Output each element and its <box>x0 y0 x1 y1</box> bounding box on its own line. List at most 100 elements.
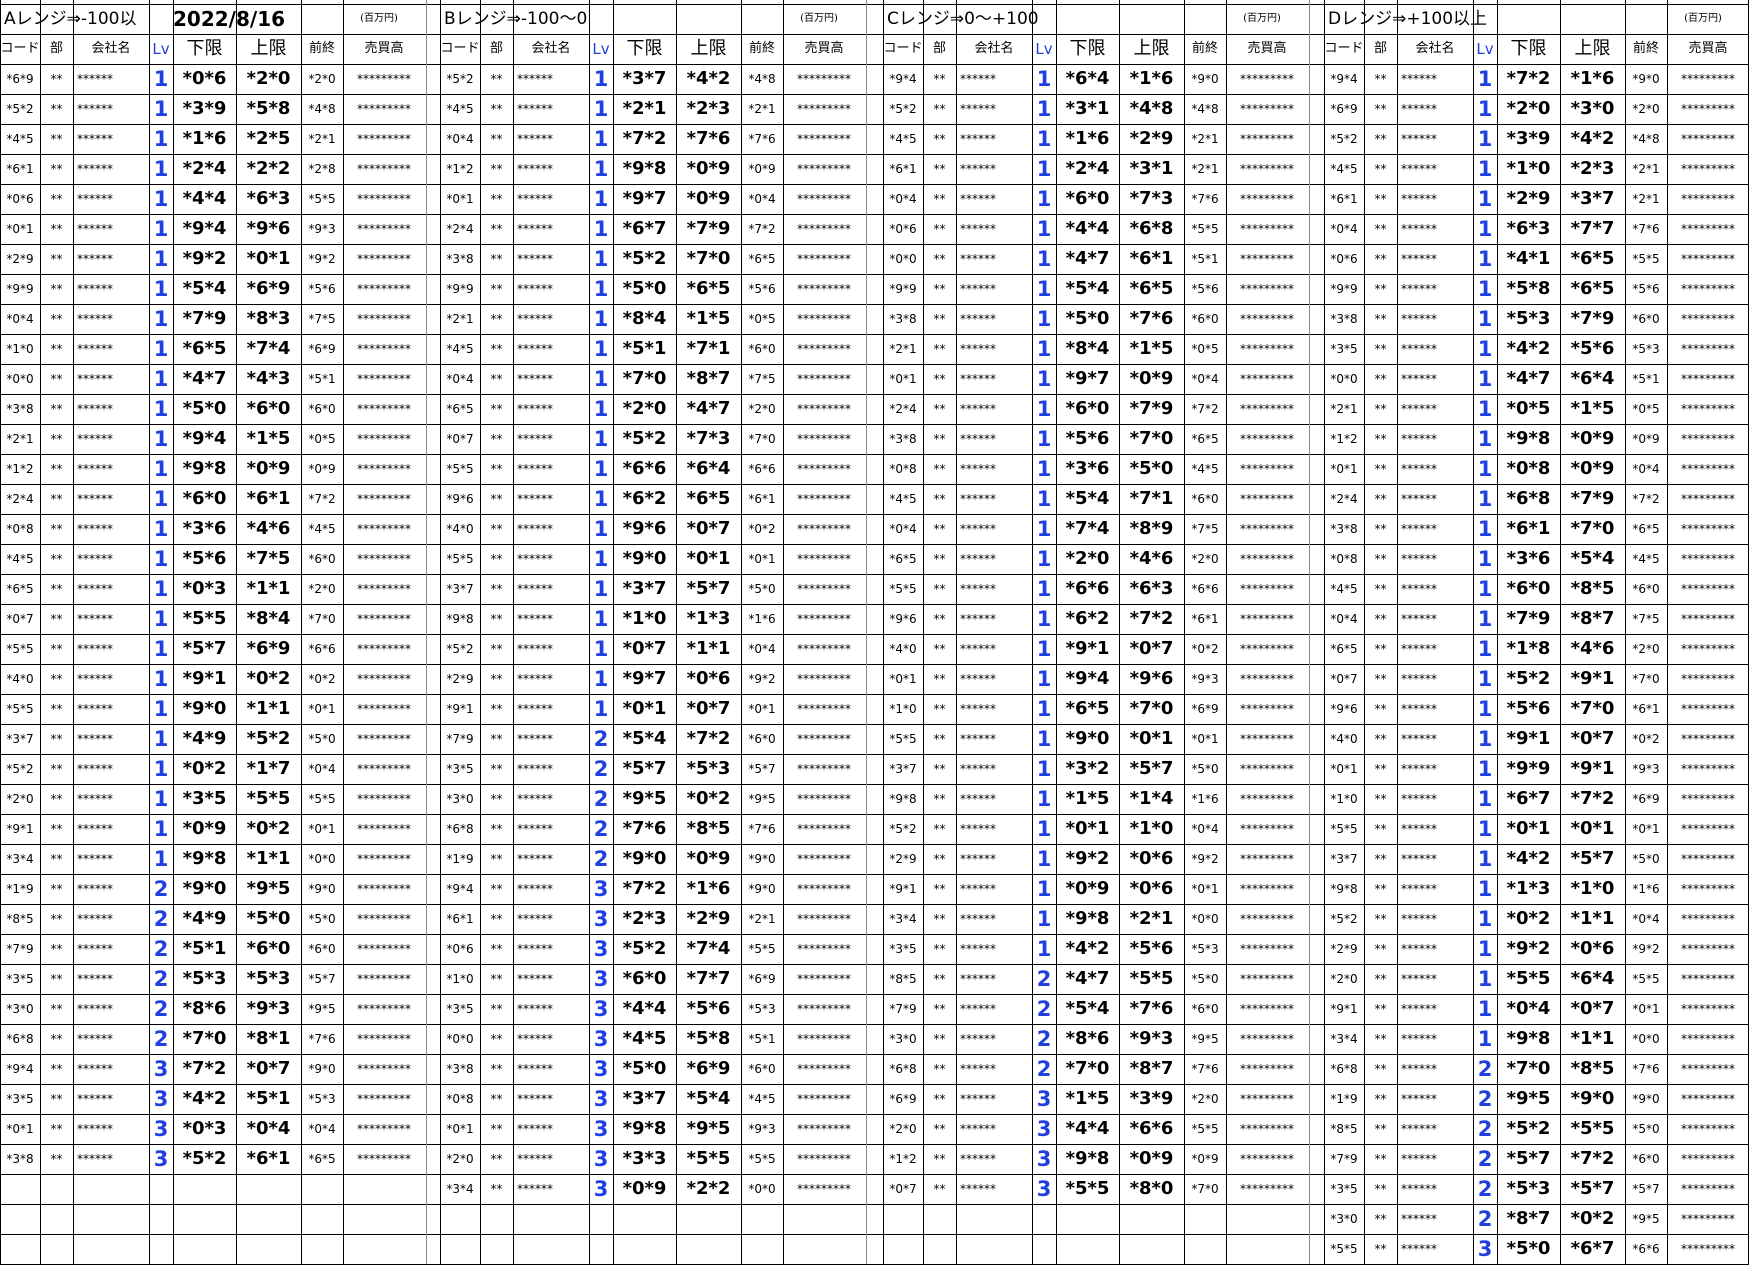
cell-volume[interactable]: ********* <box>783 1084 865 1114</box>
cell-upper[interactable]: *1*5 <box>676 304 741 334</box>
cell-lower[interactable]: *2*0 <box>613 394 676 424</box>
column-header-code[interactable]: コード <box>0 34 40 64</box>
cell-prevclose[interactable]: *5*1 <box>741 1024 783 1054</box>
cell-prevclose[interactable]: *6*9 <box>1625 784 1667 814</box>
cell-prevclose[interactable]: *0*9 <box>1184 1144 1226 1174</box>
cell-lower[interactable]: *9*1 <box>173 664 236 694</box>
cell-name[interactable]: ****** <box>956 454 1032 484</box>
cell-volume[interactable]: ********* <box>1667 454 1749 484</box>
cell-volume[interactable]: ********* <box>1667 184 1749 214</box>
cell-lower[interactable]: *9*8 <box>1056 1144 1119 1174</box>
cell-lower[interactable]: *5*5 <box>173 604 236 634</box>
cell-upper[interactable]: *5*6 <box>1560 334 1625 364</box>
cell-lv[interactable]: 1 <box>1473 754 1497 784</box>
cell-upper[interactable]: *0*2 <box>236 814 301 844</box>
cell-upper[interactable]: *0*6 <box>1560 934 1625 964</box>
cell-volume[interactable]: ********* <box>1226 64 1308 94</box>
cell-lower[interactable]: *4*4 <box>1056 214 1119 244</box>
column-header-upper[interactable]: 上限 <box>236 34 301 64</box>
cell-code[interactable]: *9*8 <box>440 604 480 634</box>
cell-name[interactable]: ****** <box>956 334 1032 364</box>
cell-volume[interactable]: ********* <box>1226 634 1308 664</box>
cell-volume[interactable]: ********* <box>1667 124 1749 154</box>
cell-prevclose[interactable]: *0*2 <box>1184 634 1226 664</box>
cell-name[interactable]: ****** <box>956 814 1032 844</box>
cell-prevclose[interactable]: *2*1 <box>741 94 783 124</box>
cell-lower[interactable]: *7*4 <box>1056 514 1119 544</box>
cell-upper[interactable]: *6*5 <box>1560 274 1625 304</box>
cell-bu[interactable]: ** <box>480 604 513 634</box>
cell-prevclose[interactable]: *5*0 <box>1625 844 1667 874</box>
cell-bu[interactable]: ** <box>1364 454 1397 484</box>
cell-prevclose[interactable]: *5*0 <box>1184 964 1226 994</box>
cell-code[interactable]: *0*6 <box>1324 244 1364 274</box>
cell-lv[interactable]: 3 <box>1473 1234 1497 1264</box>
cell-name[interactable]: ****** <box>73 934 149 964</box>
cell-code[interactable]: *3*8 <box>1324 304 1364 334</box>
cell-code[interactable]: *1*9 <box>440 844 480 874</box>
cell-lv[interactable]: 2 <box>149 874 173 904</box>
cell-code[interactable]: *3*5 <box>1324 1174 1364 1204</box>
cell-prevclose[interactable]: *9*5 <box>1184 1024 1226 1054</box>
cell-lower[interactable]: *7*0 <box>613 364 676 394</box>
cell-bu[interactable]: ** <box>480 64 513 94</box>
cell-name[interactable]: ****** <box>956 1084 1032 1114</box>
cell-bu[interactable]: ** <box>1364 184 1397 214</box>
cell-upper[interactable]: *0*7 <box>1560 724 1625 754</box>
cell-name[interactable]: ****** <box>73 214 149 244</box>
cell-prevclose[interactable]: *6*1 <box>741 484 783 514</box>
cell-volume[interactable]: ********* <box>783 424 865 454</box>
cell-code[interactable]: *5*2 <box>1324 904 1364 934</box>
cell-upper[interactable]: *1*1 <box>236 694 301 724</box>
cell-name[interactable]: ****** <box>956 424 1032 454</box>
cell-lower[interactable]: *2*1 <box>613 94 676 124</box>
cell-volume[interactable]: ********* <box>783 94 865 124</box>
cell-prevclose[interactable]: *5*0 <box>301 724 343 754</box>
cell-code[interactable]: *1*2 <box>440 154 480 184</box>
cell-lv[interactable]: 1 <box>589 694 613 724</box>
cell-bu[interactable]: ** <box>1364 1204 1397 1234</box>
cell-code[interactable]: *0*7 <box>440 424 480 454</box>
cell-name[interactable]: ****** <box>73 424 149 454</box>
cell-bu[interactable]: ** <box>40 604 73 634</box>
cell-lower[interactable]: *0*9 <box>613 1174 676 1204</box>
cell-upper[interactable]: *0*1 <box>1560 814 1625 844</box>
cell-volume[interactable]: ********* <box>1667 1234 1749 1264</box>
cell-name[interactable]: ****** <box>1397 244 1473 274</box>
cell-lower[interactable]: *4*2 <box>1056 934 1119 964</box>
cell-lower[interactable]: *5*4 <box>1056 484 1119 514</box>
cell-lower[interactable]: *7*6 <box>613 814 676 844</box>
cell-code[interactable]: *9*8 <box>1324 874 1364 904</box>
cell-lower[interactable]: *3*7 <box>613 64 676 94</box>
cell-upper[interactable]: *0*9 <box>1560 424 1625 454</box>
cell-prevclose[interactable]: *5*7 <box>301 964 343 994</box>
cell-prevclose[interactable]: *5*1 <box>1625 364 1667 394</box>
cell-bu[interactable]: ** <box>40 244 73 274</box>
cell-upper[interactable]: *0*6 <box>676 664 741 694</box>
cell-name[interactable]: ****** <box>1397 814 1473 844</box>
cell-lv[interactable]: 3 <box>1032 1144 1056 1174</box>
cell-volume[interactable]: ********* <box>783 694 865 724</box>
cell-prevclose[interactable]: *5*0 <box>1184 754 1226 784</box>
cell-lv[interactable]: 1 <box>1032 814 1056 844</box>
cell-code[interactable]: *0*4 <box>440 364 480 394</box>
cell-bu[interactable]: ** <box>923 904 956 934</box>
cell-name[interactable]: ****** <box>956 154 1032 184</box>
cell-volume[interactable]: ********* <box>1667 784 1749 814</box>
cell-upper[interactable]: *1*4 <box>1119 784 1184 814</box>
cell-prevclose[interactable]: *0*4 <box>1184 364 1226 394</box>
cell-lower[interactable]: *9*5 <box>613 784 676 814</box>
cell-lower[interactable]: *3*6 <box>1497 544 1560 574</box>
cell-prevclose[interactable]: *7*6 <box>741 814 783 844</box>
cell-name[interactable]: ****** <box>513 724 589 754</box>
cell-lower[interactable]: *0*3 <box>173 1114 236 1144</box>
cell-lower[interactable]: *5*1 <box>613 334 676 364</box>
cell-lower[interactable]: *5*8 <box>1497 274 1560 304</box>
cell-bu[interactable]: ** <box>923 274 956 304</box>
cell-bu[interactable]: ** <box>40 1114 73 1144</box>
cell-volume[interactable]: ********* <box>783 544 865 574</box>
cell-bu[interactable]: ** <box>923 934 956 964</box>
cell-bu[interactable]: ** <box>923 94 956 124</box>
cell-lv[interactable]: 1 <box>1032 454 1056 484</box>
cell-code[interactable]: *5*2 <box>1324 124 1364 154</box>
